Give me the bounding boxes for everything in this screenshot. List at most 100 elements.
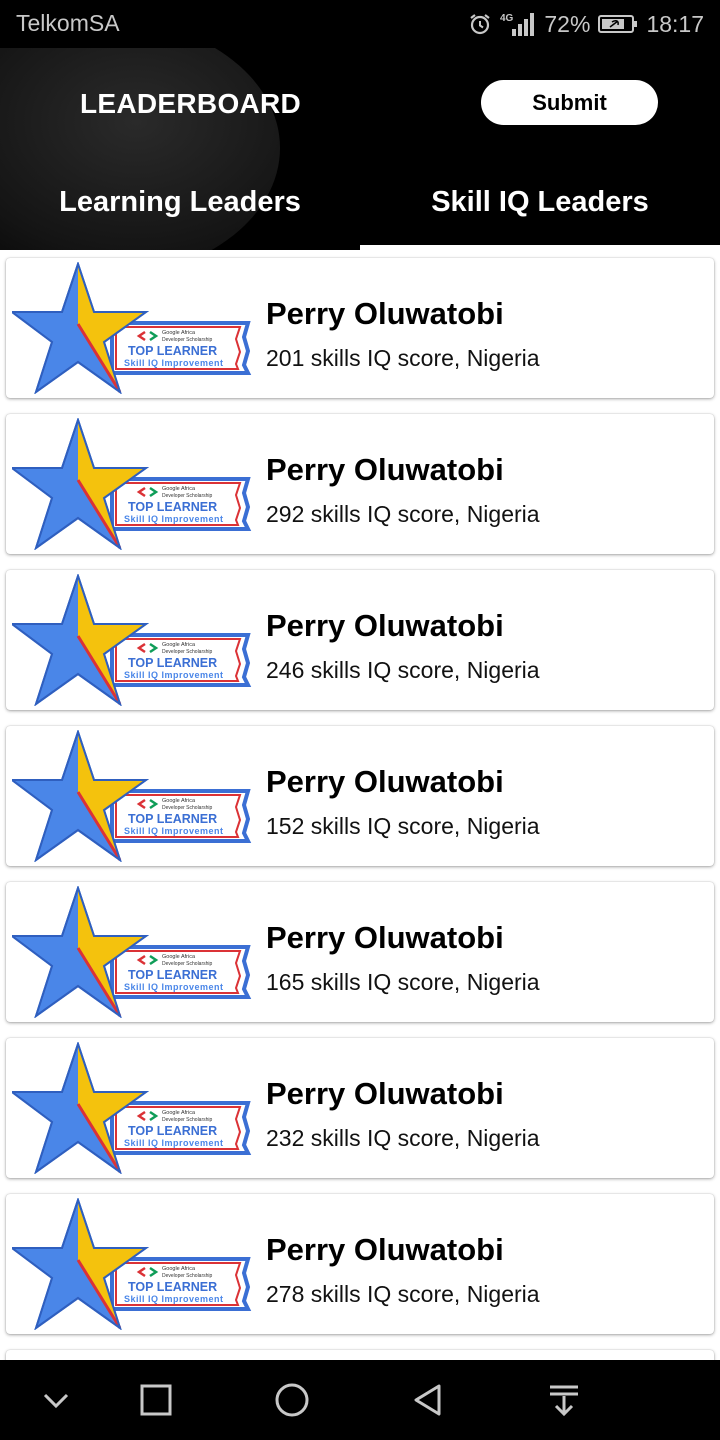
navigation-bar <box>0 1360 720 1440</box>
leader-card[interactable]: Google Africa Developer Scholarship TOP … <box>6 570 714 710</box>
badge-skill-iq-improvement: Skill IQ Improvement <box>124 514 224 524</box>
top-learner-badge: Google Africa Developer Scholarship TOP … <box>9 1196 256 1331</box>
badge-top-learner: TOP LEARNER <box>128 968 217 982</box>
leader-card[interactable]: Google Africa Developer Scholarship TOP … <box>6 1038 714 1178</box>
badge-developer-scholarship: Developer Scholarship <box>162 805 213 811</box>
badge-developer-scholarship: Developer Scholarship <box>162 337 213 343</box>
leader-score-line: 201 skills IQ score, Nigeria <box>266 345 540 372</box>
leader-name: Perry Oluwatobi <box>266 452 504 487</box>
badge-google-africa: Google Africa <box>162 1110 196 1116</box>
leader-name: Perry Oluwatobi <box>266 608 504 643</box>
top-learner-badge: Google Africa Developer Scholarship TOP … <box>9 728 256 863</box>
leader-name: Perry Oluwatobi <box>266 764 504 799</box>
leader-score: 201 <box>266 345 305 371</box>
top-learner-badge: Google Africa Developer Scholarship TOP … <box>9 416 256 551</box>
leader-score-suffix: skills IQ score, <box>310 657 461 683</box>
leader-score-suffix: skills IQ score, <box>310 501 461 527</box>
clock-time: 18:17 <box>646 10 704 37</box>
submit-button[interactable]: Submit <box>481 80 658 125</box>
leader-score-suffix: skills IQ score, <box>310 345 461 371</box>
badge-developer-scholarship: Developer Scholarship <box>162 493 213 499</box>
badge-developer-scholarship: Developer Scholarship <box>162 961 213 967</box>
leader-score-line: 246 skills IQ score, Nigeria <box>266 657 540 684</box>
badge-top-learner: TOP LEARNER <box>128 1124 217 1138</box>
badge-google-africa: Google Africa <box>162 1266 196 1272</box>
leader-country: Nigeria <box>466 813 540 839</box>
leader-score: 292 <box>266 501 305 527</box>
leader-country: Nigeria <box>466 657 540 683</box>
badge-skill-iq-improvement: Skill IQ Improvement <box>124 1294 224 1304</box>
leader-score: 246 <box>266 657 305 683</box>
top-learner-badge: Google Africa Developer Scholarship TOP … <box>9 572 256 707</box>
badge-google-africa: Google Africa <box>162 798 196 804</box>
badge-skill-iq-improvement: Skill IQ Improvement <box>124 1138 224 1148</box>
leader-score-suffix: skills IQ score, <box>310 1281 461 1307</box>
tab-learning-leaders[interactable]: Learning Leaders <box>0 148 360 250</box>
home-circle-icon[interactable] <box>270 1378 314 1422</box>
leader-score-line: 165 skills IQ score, Nigeria <box>266 969 540 996</box>
badge-developer-scholarship: Developer Scholarship <box>162 1273 213 1279</box>
leader-score-line: 278 skills IQ score, Nigeria <box>266 1281 540 1308</box>
badge-google-africa: Google Africa <box>162 486 196 492</box>
top-learner-badge: Google Africa Developer Scholarship TOP … <box>9 884 256 1019</box>
svg-text:4G: 4G <box>500 13 514 24</box>
badge-skill-iq-improvement: Skill IQ Improvement <box>124 670 224 680</box>
leader-name: Perry Oluwatobi <box>266 1232 504 1267</box>
carrier-name: TelkomSA <box>16 10 120 36</box>
notification-pulldown-icon[interactable] <box>542 1378 586 1422</box>
leader-score: 278 <box>266 1281 305 1307</box>
leader-card[interactable]: Google Africa Developer Scholarship TOP … <box>6 882 714 1022</box>
hide-nav-chevron-icon[interactable] <box>34 1378 78 1422</box>
alarm-icon <box>468 12 492 36</box>
leader-score: 165 <box>266 969 305 995</box>
leader-score-suffix: skills IQ score, <box>310 969 461 995</box>
tab-skill-iq-leaders[interactable]: Skill IQ Leaders <box>360 148 720 250</box>
back-triangle-icon[interactable] <box>406 1378 450 1422</box>
leader-country: Nigeria <box>466 1281 540 1307</box>
badge-top-learner: TOP LEARNER <box>128 500 217 514</box>
badge-top-learner: TOP LEARNER <box>128 1280 217 1294</box>
status-icons: 4G 72% 18:17 <box>468 9 704 39</box>
signal-icon: 4G <box>500 11 536 37</box>
badge-skill-iq-improvement: Skill IQ Improvement <box>124 982 224 992</box>
leader-country: Nigeria <box>466 1125 540 1151</box>
leader-card[interactable]: Google Africa Developer Scholarship TOP … <box>6 258 714 398</box>
leader-card[interactable]: Google Africa Developer Scholarship TOP … <box>6 726 714 866</box>
leader-score-line: 292 skills IQ score, Nigeria <box>266 501 540 528</box>
badge-developer-scholarship: Developer Scholarship <box>162 1117 213 1123</box>
leader-card[interactable]: Google Africa Developer Scholarship TOP … <box>6 414 714 554</box>
badge-top-learner: TOP LEARNER <box>128 812 217 826</box>
leader-country: Nigeria <box>466 501 540 527</box>
leader-country: Nigeria <box>466 345 540 371</box>
leader-name: Perry Oluwatobi <box>266 920 504 955</box>
battery-icon <box>598 14 638 34</box>
leader-country: Nigeria <box>466 969 540 995</box>
recents-square-icon[interactable] <box>134 1378 178 1422</box>
leader-name: Perry Oluwatobi <box>266 1076 504 1111</box>
leader-card[interactable]: Google Africa Developer Scholarship TOP … <box>6 1194 714 1334</box>
leader-score-suffix: skills IQ score, <box>310 1125 461 1151</box>
tab-bar: Learning Leaders Skill IQ Leaders <box>0 148 720 250</box>
badge-skill-iq-improvement: Skill IQ Improvement <box>124 358 224 368</box>
page-title: LEADERBOARD <box>80 88 302 119</box>
top-learner-badge: Google Africa Developer Scholarship TOP … <box>9 1040 256 1175</box>
badge-google-africa: Google Africa <box>162 954 196 960</box>
badge-top-learner: TOP LEARNER <box>128 656 217 670</box>
leader-score-suffix: skills IQ score, <box>310 813 461 839</box>
leader-list[interactable]: Google Africa Developer Scholarship TOP … <box>0 250 720 1360</box>
badge-top-learner: TOP LEARNER <box>128 344 217 358</box>
status-bar: TelkomSA 4G 72% 18:17 <box>0 0 720 48</box>
top-learner-badge: Google Africa Developer Scholarship TOP … <box>9 260 256 395</box>
leader-score-line: 152 skills IQ score, Nigeria <box>266 813 540 840</box>
battery-percent: 72% <box>544 10 591 37</box>
leader-score-line: 232 skills IQ score, Nigeria <box>266 1125 540 1152</box>
badge-skill-iq-improvement: Skill IQ Improvement <box>124 826 224 836</box>
leader-score: 232 <box>266 1125 305 1151</box>
leader-name: Perry Oluwatobi <box>266 296 504 331</box>
badge-google-africa: Google Africa <box>162 642 196 648</box>
app-header: LEADERBOARD Submit Learning Leaders Skil… <box>0 48 720 250</box>
badge-developer-scholarship: Developer Scholarship <box>162 649 213 655</box>
badge-google-africa: Google Africa <box>162 330 196 336</box>
leader-card-partial[interactable] <box>6 1350 714 1360</box>
leader-score: 152 <box>266 813 305 839</box>
